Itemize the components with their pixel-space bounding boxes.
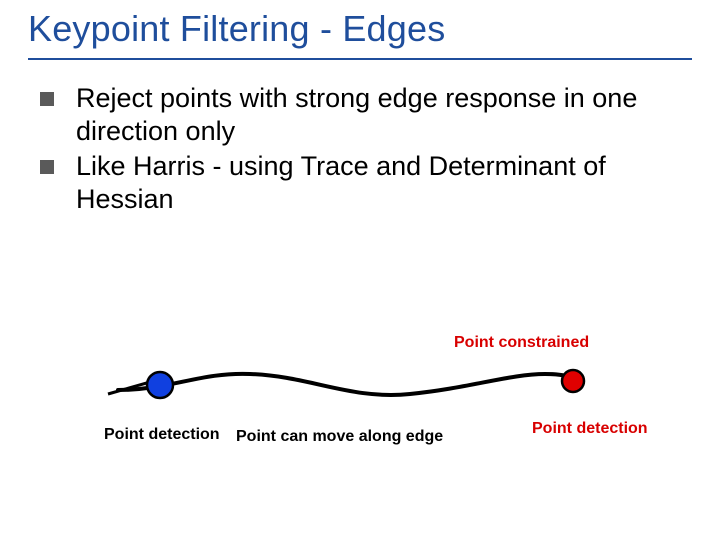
label-point-can-move: Point can move along edge (236, 428, 443, 446)
edge-path (118, 374, 576, 395)
bullet-item: Like Harris - using Trace and Determinan… (40, 150, 680, 216)
keypoint-red-icon (562, 370, 584, 392)
edge-figure: Point constrained Point detection Point … (0, 300, 720, 500)
bullet-item: Reject points with strong edge response … (40, 82, 680, 148)
edge-curve-svg (0, 300, 720, 500)
label-point-detection-left: Point detection (104, 426, 220, 444)
title-underline (28, 58, 692, 60)
label-point-constrained: Point constrained (454, 334, 589, 352)
bullet-square-icon (40, 160, 54, 174)
label-point-detection-right: Point detection (532, 420, 648, 438)
bullet-list: Reject points with strong edge response … (40, 82, 680, 218)
bullet-text: Reject points with strong edge response … (76, 83, 637, 146)
bullet-square-icon (40, 92, 54, 106)
slide-title: Keypoint Filtering - Edges (28, 8, 445, 50)
bullet-text: Like Harris - using Trace and Determinan… (76, 151, 606, 214)
slide: Keypoint Filtering - Edges Reject points… (0, 0, 720, 540)
keypoint-blue-icon (147, 372, 173, 398)
